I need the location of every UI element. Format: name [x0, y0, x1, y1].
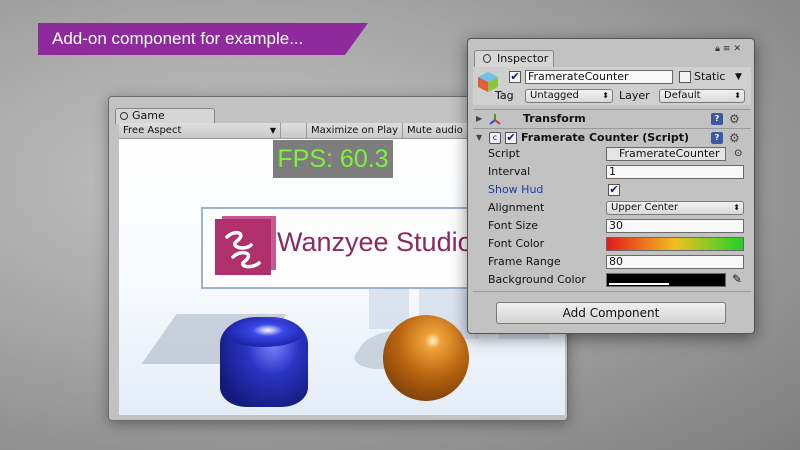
background-color-field[interactable]: [606, 273, 726, 287]
updown-arrow-icon: ⬍: [733, 203, 740, 212]
inspector-tab-label: Inspector: [497, 52, 549, 65]
static-dropdown-arrow-icon[interactable]: ▼: [735, 70, 742, 84]
background-color-label: Background Color: [488, 273, 586, 286]
show-hud-label: Show Hud: [488, 183, 544, 196]
show-hud-checkbox[interactable]: ✔: [608, 184, 620, 196]
studio-logo-panel: Wanzyee Studio: [201, 207, 491, 289]
menu-icon[interactable]: ≡: [723, 44, 734, 54]
interval-field[interactable]: 1: [606, 165, 744, 179]
static-label: Static: [694, 70, 726, 83]
studio-logo-icon: [215, 219, 271, 275]
object-name-field[interactable]: FramerateCounter: [525, 70, 673, 84]
blue-cylinder-top: [225, 319, 303, 347]
transform-icon: [489, 114, 501, 125]
window-buttons[interactable]: 🔒︎≡✕: [715, 44, 744, 54]
fps-text: FPS: 60.3: [277, 145, 389, 173]
mute-audio-label: Mute audio: [407, 125, 463, 136]
inspector-window: Inspector 🔒︎≡✕ ✔ FramerateCounter Static…: [467, 38, 755, 334]
divider: [473, 291, 751, 292]
alignment-label: Alignment: [488, 201, 545, 214]
dropdown-arrow-icon: ▼: [269, 126, 276, 135]
interval-label: Interval: [488, 165, 531, 178]
toolbar-spacer: [281, 123, 307, 139]
tag-value: Untagged: [530, 90, 579, 101]
object-picker-icon[interactable]: ⊙: [734, 147, 742, 161]
add-component-button[interactable]: Add Component: [496, 302, 726, 324]
updown-arrow-icon: ⬍: [602, 91, 609, 100]
active-checkbox[interactable]: ✔: [509, 71, 521, 83]
info-icon: [483, 54, 491, 63]
transform-component-header[interactable]: ▶ Transform ? ⚙: [473, 109, 751, 127]
script-field[interactable]: FramerateCounter: [606, 147, 726, 161]
game-tab-label: Game: [132, 109, 165, 122]
font-size-field[interactable]: 30: [606, 219, 744, 233]
tag-label: Tag: [495, 89, 514, 102]
script-value: FramerateCounter: [619, 147, 720, 160]
help-icon[interactable]: ?: [711, 113, 723, 125]
tag-dropdown[interactable]: Untagged ⬍: [525, 89, 613, 103]
game-tab-icon: [120, 112, 128, 120]
fps-counter-hud: FPS: 60.3: [273, 140, 393, 178]
frame-range-field[interactable]: 80: [606, 255, 744, 269]
font-size-label: Font Size: [488, 219, 539, 232]
transform-title: Transform: [523, 112, 586, 125]
frame-range-label: Frame Range: [488, 255, 561, 268]
studio-logo-text: Wanzyee Studio: [277, 227, 473, 257]
help-icon[interactable]: ?: [711, 132, 723, 144]
layer-value: Default: [664, 90, 701, 101]
alignment-value: Upper Center: [611, 202, 679, 213]
component-enabled-checkbox[interactable]: ✔: [505, 132, 517, 144]
aspect-label: Free Aspect: [123, 125, 182, 136]
caption-text: Add-on component for example...: [52, 29, 304, 48]
updown-arrow-icon: ⬍: [734, 91, 741, 100]
close-icon[interactable]: ✕: [733, 44, 744, 54]
framerate-counter-component-header[interactable]: ▼ c ✔ Framerate Counter (Script) ? ⚙: [473, 128, 751, 146]
aspect-dropdown[interactable]: Free Aspect ▼: [119, 123, 281, 139]
framerate-counter-title: Framerate Counter (Script): [521, 131, 690, 144]
caption-banner: Add-on component for example...: [38, 23, 368, 55]
foldout-expanded-icon[interactable]: ▼: [476, 129, 482, 147]
eyedropper-icon[interactable]: ✎: [732, 272, 742, 286]
script-icon: c: [489, 132, 501, 144]
alpha-bar: [609, 283, 669, 285]
maximize-on-play-toggle[interactable]: Maximize on Play: [307, 123, 403, 139]
script-label: Script: [488, 147, 520, 160]
layer-label: Layer: [619, 89, 650, 102]
game-tab[interactable]: Game: [115, 108, 215, 124]
gear-icon[interactable]: ⚙: [729, 132, 740, 144]
inspector-tab[interactable]: Inspector: [474, 50, 554, 67]
foldout-collapsed-icon[interactable]: ▶: [476, 110, 482, 128]
alignment-dropdown[interactable]: Upper Center ⬍: [606, 201, 744, 215]
layer-dropdown[interactable]: Default ⬍: [659, 89, 745, 103]
mute-audio-toggle[interactable]: Mute audio: [403, 123, 473, 139]
font-color-gradient-field[interactable]: [606, 237, 744, 251]
static-checkbox[interactable]: [679, 71, 691, 83]
lock-icon[interactable]: 🔒︎: [715, 44, 723, 54]
gameobject-header: ✔ FramerateCounter Static ▼ Tag Untagged…: [473, 67, 751, 105]
inspector-tab-strip: Inspector 🔒︎≡✕: [468, 39, 754, 67]
maximize-on-play-label: Maximize on Play: [311, 125, 399, 136]
font-color-label: Font Color: [488, 237, 545, 250]
orange-sphere-object: [383, 315, 469, 401]
gear-icon[interactable]: ⚙: [729, 113, 740, 125]
